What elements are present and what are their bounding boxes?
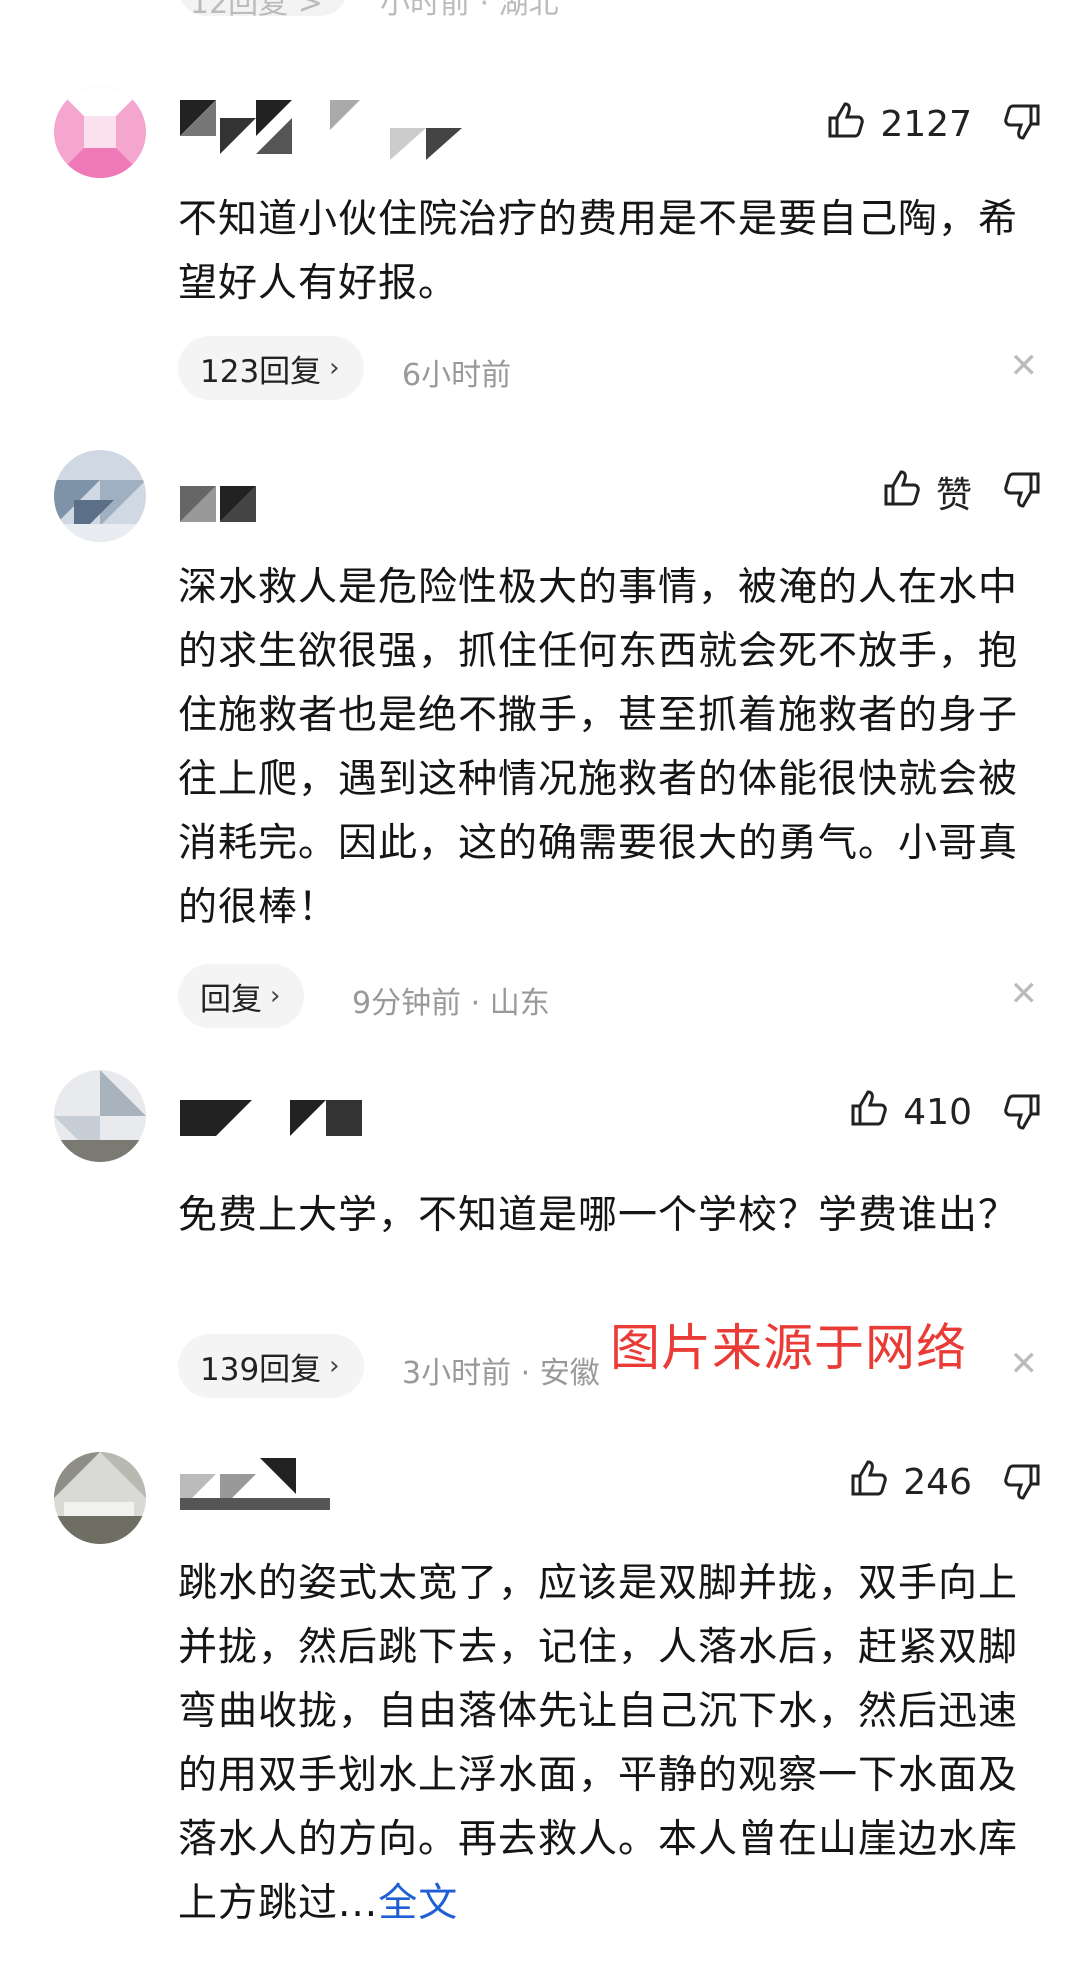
thumbs-down-icon [1002, 1464, 1042, 1506]
username-obscured[interactable] [180, 1458, 380, 1510]
comment-text: 跳水的姿式太宽了，应该是双脚并拢，双手向上并拢，然后跳下去，记住，人落水后，赶紧… [178, 1552, 1020, 1936]
avatar[interactable] [54, 1452, 146, 1544]
full-text-link[interactable]: 全文 [378, 1881, 458, 1926]
dislike-button[interactable] [1002, 1462, 1042, 1506]
source-watermark: 图片来源于网络 [610, 1319, 967, 1377]
comment-item: 246 跳水的姿式太宽了，应该是双脚并拢，双手向上并拢，然后跳下去，记住，人落水… [0, 0, 1080, 1965]
thumbs-up-icon [849, 1458, 889, 1507]
comment-text-body: 跳水的姿式太宽了，应该是双脚并拢，双手向上并拢，然后跳下去，记住，人落水后，赶紧… [178, 1561, 1019, 1926]
like-count: 246 [903, 1462, 972, 1503]
like-button[interactable]: 246 [849, 1458, 972, 1507]
